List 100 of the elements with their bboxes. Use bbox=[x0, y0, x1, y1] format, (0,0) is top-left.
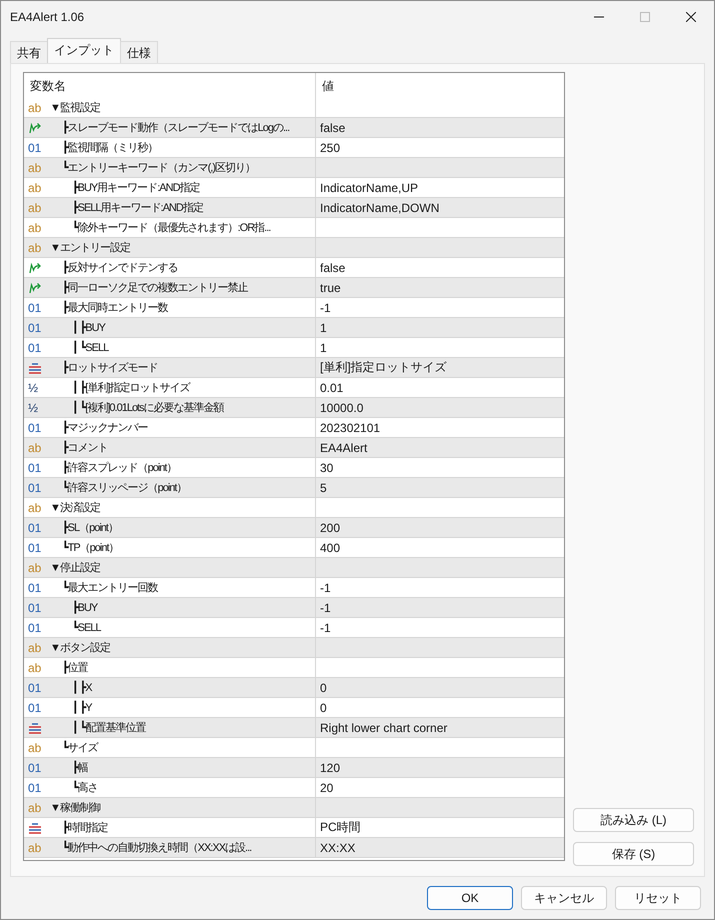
type-label: ab bbox=[28, 800, 42, 814]
parameter-value: 30 bbox=[320, 460, 334, 474]
side-button[interactable]: 保存 (S) bbox=[573, 842, 694, 866]
parameter-row[interactable]: 01 ┗SELL -1 bbox=[24, 618, 564, 638]
parameter-row[interactable]: 01 ┃ ┣Y 0 bbox=[24, 698, 564, 718]
parameter-value: false bbox=[320, 260, 346, 274]
parameter-row[interactable]: 01 ┣マジックナンバー 202302101 bbox=[24, 418, 564, 438]
parameter-row[interactable]: ½ ┃ ┣[単利]指定ロットサイズ 0.01 bbox=[24, 378, 564, 398]
parameter-row[interactable]: ┣スレーブモード動作（スレーブモードではLogの... false bbox=[24, 118, 564, 138]
parameter-name: ┣位置 bbox=[61, 660, 88, 675]
parameter-value: 0.01 bbox=[320, 380, 344, 394]
parameter-row[interactable]: 01 ┣許容スプレッド（point） 30 bbox=[24, 458, 564, 478]
parameter-name: ┗除外キーワード（最優先されます）:OR指... bbox=[71, 220, 270, 235]
parameter-name: ┃ ┣Y bbox=[71, 701, 92, 714]
parameter-value: 200 bbox=[320, 520, 340, 534]
tab[interactable]: インプット bbox=[47, 38, 121, 63]
parameter-row[interactable]: ┃ ┗配置基準位置 Right lower chart corner bbox=[24, 718, 564, 738]
parameter-name: ┗サイズ bbox=[61, 740, 98, 755]
type-label: 01 bbox=[28, 300, 42, 314]
parameter-name: ┃ ┣[単利]指定ロットサイズ bbox=[71, 380, 190, 395]
type-label: 01 bbox=[28, 140, 42, 154]
dialog-button[interactable]: キャンセル bbox=[521, 886, 607, 910]
dialog-button[interactable]: OK bbox=[427, 886, 513, 910]
parameter-name: ▼ボタン設定 bbox=[49, 640, 110, 655]
parameter-name: ┗最大エントリー回数 bbox=[61, 580, 158, 595]
parameter-value: Right lower chart corner bbox=[320, 720, 448, 734]
parameter-name: ┗許容スリッページ（point） bbox=[61, 480, 186, 495]
parameter-name: ┃ ┗配置基準位置 bbox=[71, 720, 146, 735]
parameter-value: 5 bbox=[320, 480, 327, 494]
parameter-row[interactable]: 01 ┣監視間隔（ミリ秒） 250 bbox=[24, 138, 564, 158]
parameter-row[interactable]: 01 ┣BUY -1 bbox=[24, 598, 564, 618]
parameter-row[interactable]: ab ▼エントリー設定 bbox=[24, 238, 564, 258]
parameter-name: ┣SELL用キーワード:AND指定 bbox=[71, 200, 203, 215]
type-label: 01 bbox=[28, 340, 42, 354]
parameter-row[interactable]: ab ▼停止設定 bbox=[24, 558, 564, 578]
parameter-name: ▼決済設定 bbox=[49, 500, 100, 515]
window-title: EA4Alert 1.06 bbox=[10, 10, 86, 24]
parameter-name: ┃ ┣BUY bbox=[71, 321, 105, 334]
parameter-row[interactable]: 01 ┣最大同時エントリー数 -1 bbox=[24, 298, 564, 318]
parameter-row[interactable]: 01 ┗最大エントリー回数 -1 bbox=[24, 578, 564, 598]
type-label: 01 bbox=[28, 600, 42, 614]
parameter-name: ┃ ┗SELL bbox=[71, 341, 108, 354]
parameter-row[interactable]: ab ┣SELL用キーワード:AND指定 IndicatorName,DOWN bbox=[24, 198, 564, 218]
parameter-row[interactable]: ┣同一ローソク足での複数エントリー禁止 true bbox=[24, 278, 564, 298]
toggle-arrow-icon bbox=[28, 282, 42, 294]
parameter-row[interactable]: ┣ロットサイズモード [単利]指定ロットサイズ bbox=[24, 358, 564, 378]
parameter-row[interactable]: ┣反対サインでドテンする false bbox=[24, 258, 564, 278]
parameter-row[interactable]: ½ ┃ ┗[複利]0.01Lotsに必要な基準金額 10000.0 bbox=[24, 398, 564, 418]
parameter-value: -1 bbox=[320, 580, 331, 594]
parameter-row[interactable]: ab ┗除外キーワード（最優先されます）:OR指... bbox=[24, 218, 564, 238]
parameter-row[interactable]: 01 ┣幅 120 bbox=[24, 758, 564, 778]
parameter-row[interactable]: ab ┗サイズ bbox=[24, 738, 564, 758]
column-header: 値 bbox=[321, 78, 335, 95]
parameter-row[interactable]: ab ▼決済設定 bbox=[24, 498, 564, 518]
type-label: 01 bbox=[28, 620, 42, 634]
parameter-row[interactable]: ab ▼ボタン設定 bbox=[24, 638, 564, 658]
parameter-name: ▼稼働制御 bbox=[49, 801, 100, 815]
tab[interactable]: 仕様 bbox=[120, 41, 158, 63]
parameter-value: true bbox=[320, 280, 341, 294]
parameter-row[interactable]: 01 ┣SL（point） 200 bbox=[24, 518, 564, 538]
parameter-name: ┃ ┗[複利]0.01Lotsに必要な基準金額 bbox=[71, 400, 224, 415]
parameter-value: 20 bbox=[320, 780, 334, 794]
parameter-row[interactable]: ab ┗動作中への自動切換え時間（XX:XXは設... XX:XX bbox=[24, 838, 564, 858]
list-lines-icon bbox=[28, 722, 42, 734]
type-label: 01 bbox=[28, 540, 42, 554]
parameter-value: PC時間 bbox=[320, 819, 361, 836]
type-label: ab bbox=[28, 160, 42, 174]
parameter-row[interactable]: 01 ┃ ┣BUY 1 bbox=[24, 318, 564, 338]
parameter-name: ┣許容スプレッド（point） bbox=[61, 460, 176, 475]
parameter-row[interactable]: ab ┗エントリーキーワード（カンマ(,)区切り） bbox=[24, 158, 564, 178]
parameter-value: -1 bbox=[320, 620, 331, 634]
type-label: 01 bbox=[28, 760, 42, 774]
side-button[interactable]: 読み込み (L) bbox=[573, 808, 694, 832]
parameter-name: ┣時間指定 bbox=[61, 820, 108, 835]
parameter-name: ┣最大同時エントリー数 bbox=[61, 300, 168, 315]
type-label: ab bbox=[28, 440, 42, 454]
parameter-row[interactable]: 01 ┃ ┗SELL 1 bbox=[24, 338, 564, 358]
parameter-value: false bbox=[320, 120, 346, 134]
parameter-value: 1 bbox=[320, 340, 327, 354]
parameter-row[interactable]: ab ▼監視設定 bbox=[24, 98, 564, 118]
parameter-row[interactable]: ab ┣位置 bbox=[24, 658, 564, 678]
parameter-row[interactable]: 01 ┃ ┣X 0 bbox=[24, 678, 564, 698]
dialog-button[interactable]: リセット bbox=[615, 886, 701, 910]
parameter-row[interactable]: 01 ┗許容スリッページ（point） 5 bbox=[24, 478, 564, 498]
tab[interactable]: 共有 bbox=[10, 41, 48, 63]
parameter-value: 0 bbox=[320, 680, 327, 694]
parameter-name: ┗エントリーキーワード（カンマ(,)区切り） bbox=[61, 160, 256, 175]
parameter-value: -1 bbox=[320, 600, 331, 614]
parameter-row[interactable]: 01 ┗高さ 20 bbox=[24, 778, 564, 798]
parameter-row[interactable]: ab ▼稼働制御 bbox=[24, 798, 564, 818]
parameter-name: ┃ ┣X bbox=[71, 681, 92, 694]
parameter-row[interactable]: ab ┣コメント EA4Alert bbox=[24, 438, 564, 458]
parameter-name: ▼停止設定 bbox=[49, 560, 100, 575]
parameter-name: ┣幅 bbox=[71, 760, 88, 775]
close-icon[interactable] bbox=[686, 12, 696, 22]
parameter-row[interactable]: ┣時間指定 PC時間 bbox=[24, 818, 564, 838]
parameter-name: ┗SELL bbox=[71, 621, 101, 634]
parameter-row[interactable]: ab ┣BUY用キーワード:AND指定 IndicatorName,UP bbox=[24, 178, 564, 198]
parameter-row[interactable]: 01 ┗TP（point） 400 bbox=[24, 538, 564, 558]
parameter-value: 120 bbox=[320, 760, 340, 774]
